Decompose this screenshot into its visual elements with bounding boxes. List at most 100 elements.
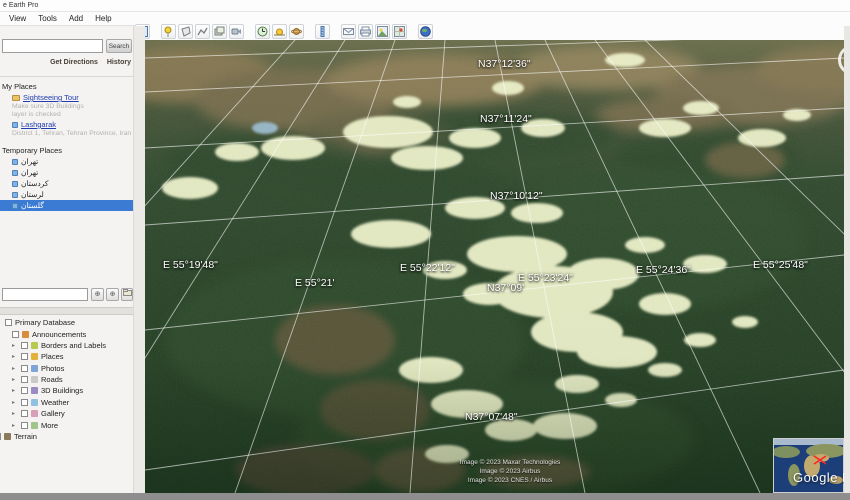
checkbox-icon[interactable]: [21, 376, 28, 383]
google-earth-window: { "window": { "title_fragment": "e Earth…: [0, 0, 850, 500]
sightseeing-note2: layer is checked: [0, 111, 133, 119]
layer-announcements[interactable]: Announcements: [0, 328, 133, 339]
placemark-icon: [12, 122, 18, 128]
layers-panel-header[interactable]: [0, 307, 133, 315]
temp-place-tehran-1[interactable]: تهران: [0, 156, 133, 167]
layer-borders-and-labels[interactable]: ▸Borders and Labels: [0, 340, 133, 351]
checkbox-icon[interactable]: [21, 399, 28, 406]
expander-icon[interactable]: ▸: [12, 376, 18, 383]
lat-label: N37°10'12": [490, 190, 543, 202]
panel-divider[interactable]: [133, 26, 145, 493]
history-link[interactable]: History: [107, 59, 131, 66]
layer-icon: [4, 433, 11, 440]
folder-icon[interactable]: [121, 288, 133, 301]
expander-icon[interactable]: ▸: [12, 365, 18, 372]
record-tour-icon[interactable]: [229, 24, 244, 39]
expander-icon[interactable]: ▸: [12, 353, 18, 360]
layer-icon: [31, 342, 38, 349]
email-icon[interactable]: [341, 24, 356, 39]
places-filter-bar: ⊕ ⊕: [0, 285, 133, 305]
save-image-icon[interactable]: [375, 24, 390, 39]
checkbox-icon[interactable]: [21, 365, 28, 372]
layer-icon: [31, 399, 38, 406]
sunlight-icon[interactable]: [272, 24, 287, 39]
sightseeing-note: Make sure 3D Buildings: [0, 103, 133, 111]
search-previous-icon[interactable]: ⊕: [91, 288, 104, 301]
layer-gallery[interactable]: ▸Gallery: [0, 408, 133, 419]
map-viewport[interactable]: N37°12'36" N37°11'24" N37°10'12" N37°09'…: [145, 40, 844, 493]
placemark-icon: [12, 181, 18, 187]
window-title: e Earth Pro: [0, 0, 850, 12]
temp-place-tehran-2[interactable]: تهران: [0, 167, 133, 178]
temp-place-kurdistan[interactable]: كردستان: [0, 178, 133, 189]
layer-more[interactable]: ▸More: [0, 419, 133, 430]
get-directions-link[interactable]: Get Directions: [50, 59, 98, 66]
placemark-icon: [12, 170, 18, 176]
layer-places[interactable]: ▸Places: [0, 351, 133, 362]
add-polygon-icon[interactable]: [178, 24, 193, 39]
menu-add[interactable]: Add: [69, 14, 83, 23]
layer-icon: [31, 376, 38, 383]
temp-place-golestan-selected[interactable]: گلستان: [0, 200, 133, 211]
menu-help[interactable]: Help: [95, 14, 111, 23]
menu-view[interactable]: View: [9, 14, 26, 23]
layer-primary-database[interactable]: ▾Primary Database: [0, 317, 129, 328]
print-icon[interactable]: [358, 24, 373, 39]
lat-label: N37°07'48": [465, 411, 518, 423]
place-sightseeing-tour[interactable]: Sightseeing Tour: [0, 92, 133, 103]
lashgarak-note: District 1, Tehran, Tehran Province, Ira…: [0, 130, 133, 138]
lon-label: E 55°19'48": [163, 259, 218, 271]
expander-icon[interactable]: ▸: [12, 410, 18, 417]
place-lashgarak[interactable]: Lashgarak: [0, 119, 133, 130]
globe-icon[interactable]: [418, 24, 433, 39]
add-path-icon[interactable]: [195, 24, 210, 39]
expander-icon[interactable]: ▸: [12, 422, 18, 429]
layer-icon: [31, 365, 38, 372]
window-edge-scrollbar[interactable]: [844, 26, 850, 493]
folder-icon: [12, 95, 20, 101]
checkbox-icon[interactable]: [21, 422, 28, 429]
lon-label: E 55°22'12": [400, 262, 455, 274]
my-places-label[interactable]: My Places: [2, 82, 37, 91]
checkbox-icon[interactable]: [21, 353, 28, 360]
checkbox-icon[interactable]: [21, 387, 28, 394]
layers-panel: ▾Primary Database Announcements ▸Borders…: [0, 317, 133, 442]
expander-icon[interactable]: ▾: [0, 319, 2, 326]
search-button[interactable]: Search: [106, 39, 132, 53]
expander-icon[interactable]: ▸: [12, 399, 18, 406]
search-next-icon[interactable]: ⊕: [106, 288, 119, 301]
layer-terrain[interactable]: Terrain: [0, 431, 127, 442]
search-input[interactable]: [2, 39, 103, 53]
temp-place-lorestan[interactable]: لرستان: [0, 189, 133, 200]
main-toolbar: [135, 23, 850, 40]
placemark-icon: [12, 203, 18, 209]
checkbox-icon[interactable]: [21, 410, 28, 417]
checkbox-icon[interactable]: [12, 331, 19, 338]
layer-3d-buildings[interactable]: ▸3D Buildings: [0, 385, 133, 396]
places-filter-input[interactable]: [2, 288, 88, 301]
expander-icon[interactable]: ▸: [12, 387, 18, 394]
checkbox-icon[interactable]: [5, 319, 12, 326]
lon-label: E 55°23'24": [518, 272, 573, 284]
layer-icon: [22, 331, 29, 338]
checkbox-icon[interactable]: [0, 433, 1, 440]
layer-icon: [31, 353, 38, 360]
checkbox-icon[interactable]: [21, 342, 28, 349]
view-in-google-maps-icon[interactable]: [392, 24, 407, 39]
planets-icon[interactable]: [289, 24, 304, 39]
layer-icon: [31, 422, 38, 429]
add-placemark-icon[interactable]: [161, 24, 176, 39]
temporary-places-label[interactable]: Temporary Places: [2, 146, 62, 155]
lon-label: E 55°25'48": [753, 259, 808, 271]
menu-tools[interactable]: Tools: [38, 14, 57, 23]
status-bar: [0, 493, 850, 500]
historical-imagery-icon[interactable]: [255, 24, 270, 39]
placemark-icon: [12, 192, 18, 198]
layer-weather[interactable]: ▸Weather: [0, 397, 133, 408]
satellite-terrain: [145, 40, 844, 493]
ruler-icon[interactable]: [315, 24, 330, 39]
expander-icon[interactable]: ▸: [12, 342, 18, 349]
layer-photos[interactable]: ▸Photos: [0, 363, 133, 374]
add-image-overlay-icon[interactable]: [212, 24, 227, 39]
layer-roads[interactable]: ▸Roads: [0, 374, 133, 385]
